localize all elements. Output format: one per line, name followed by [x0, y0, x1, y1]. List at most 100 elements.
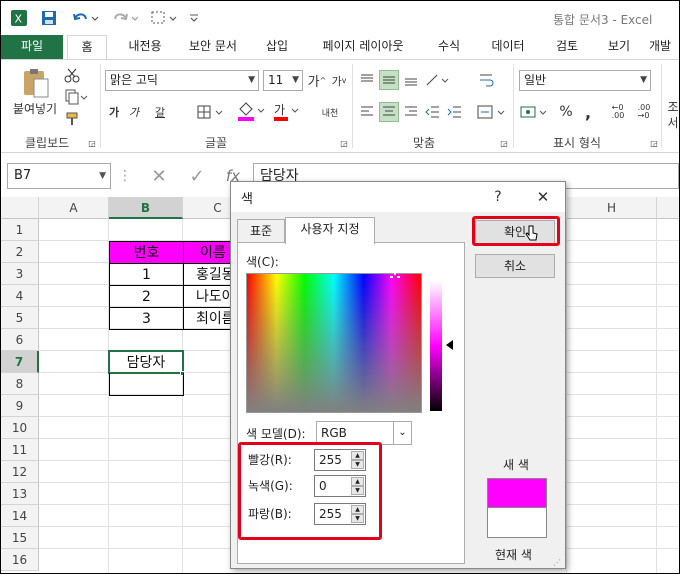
copy-icon[interactable] [63, 88, 89, 106]
decrease-decimal-icon[interactable]: .00 →0 [633, 102, 655, 122]
luminance-pointer-icon[interactable] [446, 340, 453, 350]
align-center-icon[interactable] [379, 102, 399, 122]
tab-view[interactable]: 보기 [601, 35, 637, 59]
row-header[interactable]: 6 [1, 329, 39, 351]
close-button[interactable]: ✕ [531, 186, 555, 208]
tab-insert[interactable]: 삽입 [257, 35, 297, 59]
styles-label-2[interactable]: 서 [665, 114, 679, 130]
font-launcher-icon[interactable]: ◲ [339, 138, 349, 148]
tab-file[interactable]: 파일 [1, 35, 63, 59]
cell-b8[interactable] [109, 373, 184, 396]
color-spectrum[interactable] [246, 273, 422, 413]
phonetic-button[interactable]: 내천 [313, 102, 347, 122]
dialog-title-bar: 색 ? ✕ [231, 182, 565, 212]
number-format-select[interactable]: 일반 ▼ [519, 70, 651, 91]
chevron-down-icon: ▼ [248, 75, 255, 85]
row-header[interactable]: 12 [1, 461, 39, 483]
cell-b7-selected[interactable]: 담당자 [108, 350, 184, 374]
row-header[interactable]: 9 [1, 395, 39, 417]
select-shape-icon[interactable] [149, 9, 181, 27]
font-name-select[interactable]: 맑은 고딕 ▼ [105, 70, 259, 91]
tab-custom[interactable]: 사용자 지정 [285, 217, 375, 244]
comma-style-button[interactable]: , [581, 102, 595, 122]
row-header[interactable]: 1 [1, 219, 39, 241]
orientation-icon[interactable] [423, 70, 453, 90]
row-header[interactable]: 4 [1, 285, 39, 307]
wrap-text-icon[interactable] [475, 70, 497, 90]
row-header[interactable]: 15 [1, 527, 39, 549]
row-header[interactable]: 16 [1, 549, 39, 571]
cancel-entry-icon[interactable]: ✕ [147, 165, 171, 187]
select-all-corner[interactable] [1, 197, 39, 219]
shrink-font-icon[interactable]: 가v [329, 70, 349, 91]
italic-button[interactable]: 가 [125, 102, 143, 122]
confirm-entry-icon[interactable]: ✓ [185, 165, 209, 187]
increase-indent-icon[interactable] [445, 102, 465, 122]
formula-bar-grip-icon: ⋮ [118, 168, 132, 184]
undo-icon[interactable] [71, 9, 101, 27]
resize-grip-icon[interactable]: ⋰ [553, 558, 563, 568]
row-header[interactable]: 14 [1, 505, 39, 527]
table-cell[interactable]: 2 [109, 285, 184, 308]
clipboard-launcher-icon[interactable]: ◲ [87, 138, 97, 148]
decrease-indent-icon[interactable] [423, 102, 443, 122]
row-header[interactable]: 5 [1, 307, 39, 329]
group-label-clipboard: 클립보드 [25, 136, 70, 150]
align-left-icon[interactable] [357, 102, 377, 122]
tab-security-doc[interactable]: 보안 문서 [181, 35, 245, 59]
luminance-slider[interactable] [430, 281, 442, 411]
align-top-icon[interactable] [357, 70, 377, 90]
table-cell[interactable]: 1 [109, 263, 184, 286]
row-header[interactable]: 7 [1, 351, 39, 373]
column-header-b[interactable]: B [109, 197, 183, 219]
row-header[interactable]: 3 [1, 263, 39, 285]
number-launcher-icon[interactable]: ◲ [649, 138, 659, 148]
styles-label-1[interactable]: 조 [665, 98, 679, 114]
accounting-format-icon[interactable] [519, 102, 551, 122]
mouse-cursor-icon [525, 224, 539, 242]
redo-icon[interactable] [111, 9, 141, 27]
percent-style-button[interactable]: % [557, 102, 575, 122]
column-header-i[interactable] [657, 197, 679, 219]
customize-qat-icon[interactable] [187, 9, 201, 27]
row-header[interactable]: 11 [1, 439, 39, 461]
cancel-button[interactable]: 취소 [475, 254, 555, 278]
tab-developer[interactable]: 개발 [649, 35, 679, 59]
format-painter-icon[interactable] [63, 110, 83, 128]
help-button[interactable]: ? [489, 186, 507, 208]
tab-standard[interactable]: 표준 [237, 219, 285, 243]
align-middle-icon[interactable] [379, 70, 399, 90]
table-header-cell-number[interactable]: 번호 [109, 241, 184, 264]
row-header[interactable]: 2 [1, 241, 39, 263]
grow-font-icon[interactable]: 가 ^ [307, 70, 327, 91]
column-header-h[interactable]: H [567, 197, 657, 219]
paste-icon[interactable] [19, 66, 53, 100]
tab-personal[interactable]: 내전용 [117, 35, 173, 59]
table-cell[interactable]: 3 [109, 307, 184, 330]
increase-decimal-icon[interactable]: ←0.00 [607, 102, 629, 122]
save-icon[interactable] [39, 9, 59, 27]
tab-page-layout[interactable]: 페이지 레이아웃 [313, 35, 413, 59]
cut-icon[interactable] [63, 66, 81, 84]
alignment-launcher-icon[interactable]: ◲ [499, 138, 509, 148]
font-color-icon[interactable]: 가 [271, 100, 301, 122]
row-header[interactable]: 13 [1, 483, 39, 505]
border-icon[interactable] [195, 102, 227, 122]
fill-color-icon[interactable] [235, 100, 267, 122]
row-header[interactable]: 10 [1, 417, 39, 439]
tab-home[interactable]: 홈 [67, 35, 107, 60]
tab-formulas[interactable]: 수식 [429, 35, 469, 59]
row-header[interactable]: 8 [1, 373, 39, 395]
bold-button[interactable]: 가 [105, 102, 123, 122]
name-box[interactable]: B7 ▼ [7, 163, 111, 189]
column-header-a[interactable]: A [39, 197, 109, 219]
paste-button-label[interactable]: 붙여넣기 [7, 100, 63, 116]
align-right-icon[interactable] [401, 102, 421, 122]
underline-button[interactable]: 갈 [147, 102, 173, 122]
tab-data[interactable]: 데이터 [483, 35, 533, 59]
merge-center-icon[interactable] [475, 102, 509, 122]
align-bottom-icon[interactable] [401, 70, 421, 90]
tab-review[interactable]: 검토 [549, 35, 585, 59]
font-size-select[interactable]: 11 ▼ [263, 70, 303, 91]
number-format-value: 일반 [524, 73, 547, 87]
